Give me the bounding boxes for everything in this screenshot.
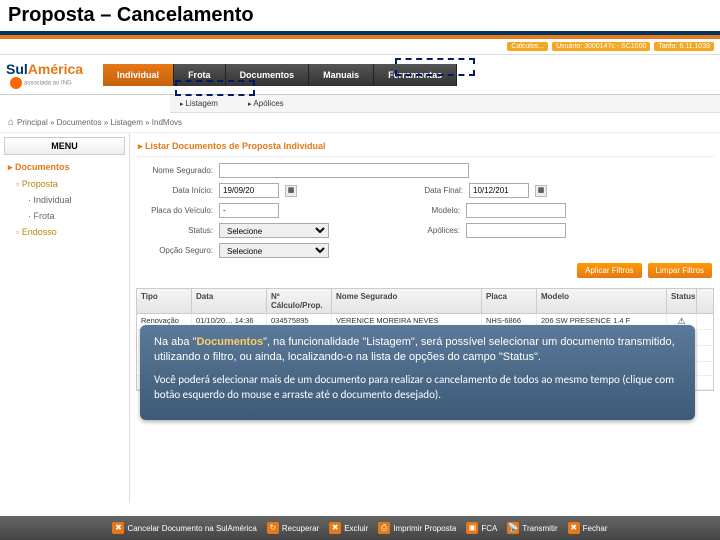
sidebar-documentos[interactable]: Documentos (4, 159, 125, 176)
calc-chip[interactable]: Calculos... (507, 42, 548, 51)
cancelar-button[interactable]: ✖Cancelar Documento na SulAmérica (112, 522, 256, 534)
apolices-input[interactable] (466, 223, 566, 238)
subtab-apolices[interactable]: Apólices (248, 99, 284, 108)
tab-manuais[interactable]: Manuais (309, 64, 374, 86)
col-status[interactable]: Status (667, 289, 697, 313)
footer-actions: ✖Cancelar Documento na SulAmérica ↻Recup… (0, 516, 720, 540)
apolices-label: Apólices: (400, 226, 460, 235)
tab-individual[interactable]: Individual (103, 64, 174, 86)
close-icon: ✖ (568, 522, 580, 534)
datainicio-input[interactable] (219, 183, 279, 198)
sub-tabs: Listagem Apólices (170, 95, 720, 113)
recuperar-button[interactable]: ↻Recuperar (267, 522, 319, 534)
calendar-icon[interactable]: ▦ (535, 185, 547, 197)
status-label: Status: (138, 226, 213, 235)
limpar-button[interactable]: Limpar Filtros (648, 263, 712, 278)
cancel-icon: ✖ (112, 522, 124, 534)
placa-label: Placa do Veículo: (138, 206, 213, 215)
modelo-label: Modelo: (400, 206, 460, 215)
opcao-select[interactable]: Selecione (219, 243, 329, 258)
excluir-button[interactable]: ✖Excluir (329, 522, 368, 534)
imprimir-button[interactable]: ⎙Imprimir Proposta (378, 522, 456, 534)
topbar: Calculos... Usuário: 3000147c - SC1000 T… (0, 39, 720, 55)
ing-text: associada ao ING (24, 80, 72, 86)
filters: Nome Segurado: Data Início: ▦ Data Final… (136, 157, 714, 288)
datainicio-label: Data Início: (138, 186, 213, 195)
fca-button[interactable]: ▣FCA (466, 522, 497, 534)
col-modelo[interactable]: Modelo (537, 289, 667, 313)
logo-part1: Sul (6, 61, 28, 77)
nome-label: Nome Segurado: (138, 166, 213, 175)
tab-documentos[interactable]: Documentos (226, 64, 310, 86)
fechar-button[interactable]: ✖Fechar (568, 522, 608, 534)
instruction-callout: Na aba "Documentos", na funcionalidade "… (140, 325, 695, 420)
slide-title: Proposta – Cancelamento (0, 0, 720, 35)
recover-icon: ↻ (267, 522, 279, 534)
col-nome[interactable]: Nome Segurado (332, 289, 482, 313)
content: MENU Documentos Proposta Individual Frot… (0, 133, 720, 503)
transmit-icon: 📡 (507, 522, 519, 534)
logo: SulAmérica associada ao ING (6, 61, 83, 89)
menu-header: MENU (4, 137, 125, 155)
sidebar-frota[interactable]: Frota (4, 208, 125, 224)
col-tipo[interactable]: Tipo (137, 289, 192, 313)
datafinal-label: Data Final: (403, 186, 463, 195)
callout-p1: Na aba "Documentos", na funcionalidade "… (154, 335, 681, 365)
calendar-icon[interactable]: ▦ (285, 185, 297, 197)
sidebar-endosso[interactable]: Endosso (4, 224, 125, 240)
ing-icon (10, 77, 22, 89)
subtab-listagem[interactable]: Listagem (180, 99, 218, 108)
grid-header: Tipo Data Nº Cálculo/Prop. Nome Segurado… (137, 289, 713, 314)
modelo-input[interactable] (466, 203, 566, 218)
logo-part2: América (28, 61, 83, 77)
opcao-label: Opção Seguro: (138, 246, 213, 255)
print-icon: ⎙ (378, 522, 390, 534)
col-data[interactable]: Data (192, 289, 267, 313)
breadcrumb: ⌂ Principal » Documentos » Listagem » In… (0, 113, 720, 133)
header: SulAmérica associada ao ING Individual F… (0, 55, 720, 95)
aplicar-button[interactable]: Aplicar Filtros (577, 263, 641, 278)
callout-p2: Você poderá selecionar mais de um docume… (154, 373, 681, 403)
tarifa-chip: Tarifa: 6.11.1039 (654, 42, 714, 51)
pane-title: Listar Documentos de Proposta Individual (136, 137, 714, 157)
home-icon[interactable]: ⌂ (8, 117, 14, 128)
nome-input[interactable] (219, 163, 469, 178)
tab-ferramentas[interactable]: Ferramentas (374, 64, 457, 86)
app-screenshot: Calculos... Usuário: 3000147c - SC1000 T… (0, 39, 720, 503)
status-select[interactable]: Selecione (219, 223, 329, 238)
main-tabs: Individual Frota Documentos Manuais Ferr… (103, 64, 457, 86)
sidebar-proposta[interactable]: Proposta (4, 176, 125, 192)
tab-frota[interactable]: Frota (174, 64, 226, 86)
fca-icon: ▣ (466, 522, 478, 534)
datafinal-input[interactable] (469, 183, 529, 198)
col-placa[interactable]: Placa (482, 289, 537, 313)
transmitir-button[interactable]: 📡Transmitir (507, 522, 557, 534)
sidebar: MENU Documentos Proposta Individual Frot… (0, 133, 130, 503)
main-pane: Listar Documentos de Proposta Individual… (130, 133, 720, 503)
placa-input[interactable] (219, 203, 279, 218)
breadcrumb-text: Principal » Documentos » Listagem » IndM… (17, 118, 182, 127)
delete-icon: ✖ (329, 522, 341, 534)
sidebar-individual[interactable]: Individual (4, 192, 125, 208)
ing-badge: associada ao ING (10, 77, 83, 89)
col-num[interactable]: Nº Cálculo/Prop. (267, 289, 332, 313)
user-chip: Usuário: 3000147c - SC1000 (552, 42, 650, 51)
